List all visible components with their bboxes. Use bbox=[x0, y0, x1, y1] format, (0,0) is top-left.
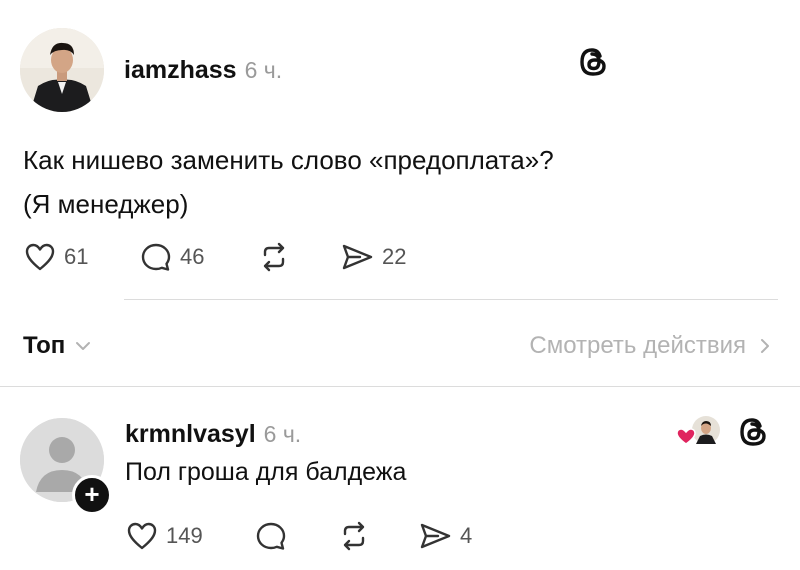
comment-icon bbox=[141, 243, 171, 271]
post-text-line-1: Как нишево заменить слово «предоплата»? bbox=[23, 145, 554, 175]
like-count: 61 bbox=[64, 244, 89, 269]
heart-icon bbox=[127, 522, 157, 550]
reply-repost-button[interactable] bbox=[338, 521, 370, 551]
avatar-photo bbox=[20, 28, 104, 112]
repost-icon bbox=[263, 242, 285, 272]
reply-threads-icon[interactable] bbox=[738, 416, 768, 453]
send-icon bbox=[342, 244, 373, 270]
red-heart-icon bbox=[676, 428, 696, 445]
reply-like-button[interactable]: 149 bbox=[126, 521, 203, 551]
share-count: 22 bbox=[382, 244, 407, 269]
reply-share-button[interactable]: 4 bbox=[418, 521, 472, 551]
reply-timestamp: 6 ч. bbox=[263, 421, 302, 447]
comment-icon bbox=[256, 522, 286, 550]
repost-icon bbox=[343, 521, 365, 551]
section-divider bbox=[0, 386, 800, 387]
reply-text: Пол гроша для балдежа bbox=[125, 458, 407, 486]
post-header: iamzhass 6 ч. bbox=[124, 56, 282, 85]
avatar[interactable] bbox=[20, 28, 104, 112]
username[interactable]: iamzhass bbox=[124, 56, 237, 85]
divider bbox=[124, 299, 778, 300]
reply-like-count: 149 bbox=[166, 523, 203, 548]
view-activity-link[interactable]: Смотреть действия bbox=[529, 332, 770, 360]
liked-by-author-badge bbox=[674, 414, 722, 448]
post-text-line-2: (Я менеджер) bbox=[23, 189, 189, 219]
post-text: Как нишево заменить слово «предоплата»? … bbox=[23, 138, 554, 226]
timestamp: 6 ч. bbox=[244, 57, 283, 83]
comment-count: 46 bbox=[180, 244, 205, 269]
chevron-down-icon bbox=[76, 342, 91, 350]
send-icon bbox=[420, 523, 451, 549]
repost-button[interactable] bbox=[258, 242, 290, 272]
follow-plus-button[interactable]: + bbox=[72, 475, 112, 515]
sort-label: Топ bbox=[23, 332, 66, 359]
like-button[interactable]: 61 bbox=[24, 242, 88, 272]
reply-comment-button[interactable] bbox=[255, 521, 287, 551]
view-activity-label: Смотреть действия bbox=[529, 332, 746, 359]
sort-dropdown[interactable]: Топ bbox=[23, 332, 91, 360]
reply-header: krmnlvasyl 6 ч. bbox=[125, 420, 301, 449]
comment-button[interactable]: 46 bbox=[140, 242, 204, 272]
threads-logo-icon[interactable] bbox=[578, 46, 608, 83]
threads-logo-icon bbox=[740, 418, 766, 446]
reply-username[interactable]: krmnlvasyl bbox=[125, 420, 256, 449]
share-button[interactable]: 22 bbox=[340, 242, 406, 272]
chevron-right-icon bbox=[761, 339, 769, 353]
reply-share-count: 4 bbox=[460, 523, 473, 548]
heart-icon bbox=[25, 243, 55, 271]
